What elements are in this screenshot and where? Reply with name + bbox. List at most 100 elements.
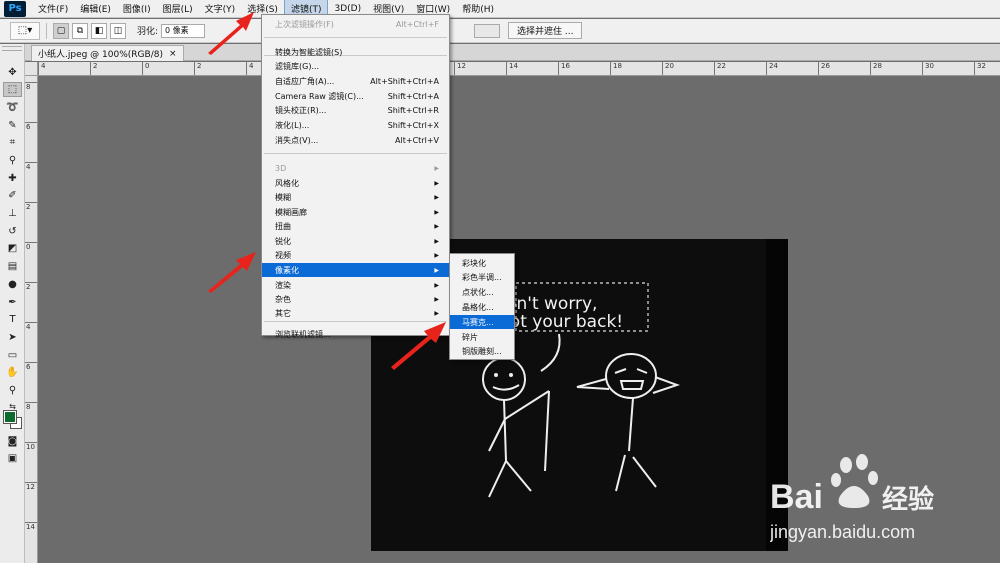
filter-menu-item-label: 浏览联机滤镜...: [275, 329, 331, 339]
pixelate-submenu: 彩块化 彩色半调... 点状化... 晶格化... 马赛克... 碎片 铜版雕刻...: [449, 253, 515, 360]
feather-input[interactable]: 0 像素: [161, 23, 206, 38]
filter-menu-item[interactable]: 转换为智能滤镜(S): [262, 45, 449, 59]
select-and-mask-button[interactable]: 选择并遮住 ...: [508, 22, 583, 39]
brush-tool-icon[interactable]: ✐: [3, 188, 22, 203]
zoom-tool-icon[interactable]: ⚲: [3, 383, 22, 398]
document-tab-bar: 小纸人.jpeg @ 100%(RGB/8) ×: [25, 44, 1000, 61]
foreground-color-swatch[interactable]: [3, 410, 17, 424]
menu-type[interactable]: 文字(Y): [199, 0, 242, 17]
ruler-tick: 8: [25, 82, 37, 91]
crop-tool-icon[interactable]: ⌗: [3, 135, 22, 150]
healing-brush-tool-icon[interactable]: ✚: [3, 171, 22, 186]
rectangle-tool-icon[interactable]: ▭: [3, 348, 22, 363]
marquee-icon: ⬚▾: [17, 25, 33, 36]
filter-menu-item[interactable]: 杂色 ▶: [262, 292, 449, 306]
lasso-tool-icon[interactable]: ➰: [3, 100, 22, 115]
ruler-tick: 32: [974, 62, 986, 75]
hand-tool-icon[interactable]: ✋: [3, 365, 22, 380]
vertical-ruler[interactable]: 8 6 4 2 0 2 4 6 8 10 12 14: [25, 76, 38, 563]
width-input[interactable]: [474, 23, 500, 38]
filter-menu-item-label: 镜头校正(R)...: [275, 105, 327, 115]
pixelate-menu-item[interactable]: 彩块化: [450, 256, 514, 270]
menu-help[interactable]: 帮助(H): [456, 0, 500, 17]
pixelate-menu-item[interactable]: 彩色半调...: [450, 271, 514, 285]
ruler-corner[interactable]: [25, 62, 38, 76]
path-selection-tool-icon[interactable]: ➤: [3, 330, 22, 345]
menu-file[interactable]: 文件(F): [32, 0, 74, 17]
menu-layer[interactable]: 图层(L): [157, 0, 199, 17]
filter-menu-item-label: 视频: [275, 250, 291, 260]
divider: [46, 22, 47, 39]
speech-text-line2: got your back!: [499, 312, 623, 332]
menu-image[interactable]: 图像(I): [117, 0, 157, 17]
menu-edit[interactable]: 编辑(E): [74, 0, 117, 17]
subtract-selection-icon: ◧: [94, 25, 104, 36]
filter-menu-item[interactable]: 视频 ▶: [262, 248, 449, 262]
filter-menu-item[interactable]: 锐化 ▶: [262, 234, 449, 248]
tool-preset-picker[interactable]: ⬚▾: [10, 21, 40, 40]
filter-menu-item[interactable]: 浏览联机滤镜...: [262, 327, 449, 341]
filter-menu-item-label: 3D: [275, 163, 287, 173]
filter-menu-item-label: 转换为智能滤镜(S): [275, 47, 343, 57]
ruler-tick: 28: [870, 62, 882, 75]
eraser-tool-icon[interactable]: ◩: [3, 241, 22, 256]
new-selection-button[interactable]: ▢: [53, 22, 69, 39]
filter-menu-item[interactable]: 渲染 ▶: [262, 278, 449, 292]
pixelate-menu-item[interactable]: 碎片: [450, 330, 514, 344]
ruler-tick: 30: [922, 62, 934, 75]
filter-menu-item[interactable]: 其它 ▶: [262, 306, 449, 320]
filter-menu-item[interactable]: 滤镜库(G)...: [262, 59, 449, 73]
photoshop-logo: Ps: [4, 0, 26, 17]
ruler-tick: 22: [714, 62, 726, 75]
filter-menu-item[interactable]: Camera Raw 滤镜(C)... Shift+Ctrl+A: [262, 89, 449, 103]
pen-tool-icon[interactable]: ✒: [3, 295, 22, 310]
filter-menu-item[interactable]: 镜头校正(R)... Shift+Ctrl+R: [262, 103, 449, 117]
screen-mode-icon[interactable]: ▣: [3, 451, 22, 466]
menu-bar: Ps 文件(F) 编辑(E) 图像(I) 图层(L) 文字(Y) 选择(S) 滤…: [0, 0, 1000, 18]
pixelate-menu-item[interactable]: 点状化...: [450, 286, 514, 300]
menu-shortcut: Shift+Ctrl+X: [387, 120, 439, 130]
rectangular-marquee-tool-icon[interactable]: ⬚: [3, 82, 22, 97]
close-icon[interactable]: ×: [169, 49, 177, 59]
ruler-tick: 2: [194, 62, 201, 75]
menu-shortcut: Alt+Ctrl+F: [395, 19, 439, 29]
filter-menu-item-label: 扭曲: [275, 221, 291, 231]
filter-menu-item[interactable]: 液化(L)... Shift+Ctrl+X: [262, 118, 449, 132]
submenu-arrow-icon: ▶: [434, 309, 439, 317]
type-tool-icon[interactable]: T: [3, 312, 22, 327]
watermark-url: jingyan.baidu.com: [770, 522, 915, 542]
baidu-paw-icon: [831, 454, 878, 508]
history-brush-tool-icon[interactable]: ↺: [3, 224, 22, 239]
filter-menu-item[interactable]: 模糊画廊 ▶: [262, 205, 449, 219]
quick-selection-tool-icon[interactable]: ✎: [3, 118, 22, 133]
quick-mask-icon[interactable]: ◙: [3, 434, 22, 449]
clone-stamp-tool-icon[interactable]: ⊥: [3, 206, 22, 221]
horizontal-ruler[interactable]: 4202468101214161820222426283032: [38, 62, 1000, 76]
options-bar: ⬚▾ ▢ ⧉ ◧ ◫ 羽化: 0 像素 选择并遮住 ...: [0, 19, 1000, 43]
submenu-arrow-icon: ▶: [434, 237, 439, 245]
move-tool-icon[interactable]: ✥: [3, 65, 22, 80]
filter-menu-item[interactable]: 扭曲 ▶: [262, 219, 449, 233]
pixelate-menu-item[interactable]: 晶格化...: [450, 300, 514, 314]
filter-menu-item[interactable]: 像素化 ▶: [262, 263, 449, 277]
pixelate-menu-item[interactable]: 铜版雕刻...: [450, 345, 514, 359]
gradient-tool-icon[interactable]: ▤: [3, 259, 22, 274]
filter-menu-item-label: 模糊: [275, 192, 291, 202]
filter-menu-item-label: 渲染: [275, 280, 291, 290]
add-to-selection-button[interactable]: ⧉: [72, 22, 88, 39]
submenu-arrow-icon: ▶: [434, 251, 439, 259]
subtract-selection-button[interactable]: ◧: [91, 22, 107, 39]
filter-menu-item[interactable]: 自适应广角(A)... Alt+Shift+Ctrl+A: [262, 74, 449, 88]
intersect-selection-button[interactable]: ◫: [110, 22, 126, 39]
menu-shortcut: Shift+Ctrl+R: [387, 105, 439, 115]
document-tab[interactable]: 小纸人.jpeg @ 100%(RGB/8) ×: [31, 45, 184, 61]
menu-separator: [264, 153, 447, 154]
dodge-tool-icon[interactable]: ●: [3, 277, 22, 292]
panel-grip[interactable]: [2, 46, 22, 51]
filter-menu-item[interactable]: 消失点(V)... Alt+Ctrl+V: [262, 133, 449, 147]
filter-menu-item-label: 上次滤镜操作(F): [275, 19, 334, 29]
eyedropper-tool-icon[interactable]: ⚲: [3, 153, 22, 168]
filter-menu-item[interactable]: 风格化 ▶: [262, 176, 449, 190]
filter-menu-item[interactable]: 模糊 ▶: [262, 190, 449, 204]
pixelate-menu-item[interactable]: 马赛克...: [450, 315, 514, 330]
